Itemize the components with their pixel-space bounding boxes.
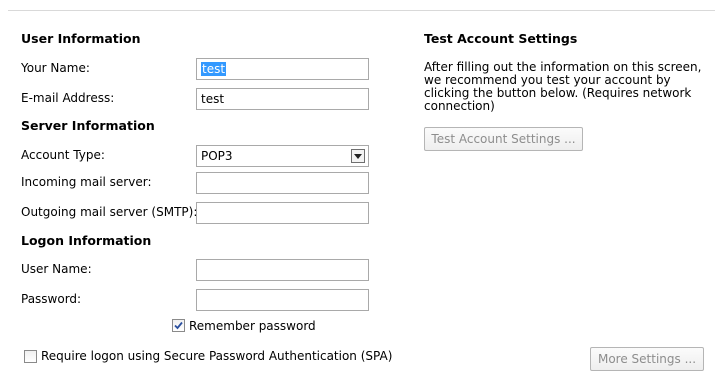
test-account-settings-button[interactable]: Test Account Settings ... [424,127,583,151]
incoming-server-label: Incoming mail server: [21,175,152,189]
test-settings-heading: Test Account Settings [424,31,578,46]
your-name-value: test [201,62,227,76]
chevron-down-icon[interactable] [351,149,365,163]
outgoing-server-field[interactable] [196,202,369,224]
incoming-server-field[interactable] [196,172,369,194]
user-name-label: User Name: [21,262,92,276]
password-field[interactable] [196,289,369,311]
user-name-field[interactable] [196,259,369,281]
test-settings-description: After filling out the information on thi… [424,60,702,113]
your-name-field[interactable]: test [196,58,369,80]
more-settings-button[interactable]: More Settings ... [590,347,704,371]
account-type-select[interactable]: POP3 [196,145,369,167]
outgoing-server-label: Outgoing mail server (SMTP): [21,205,198,219]
spa-label[interactable]: Require logon using Secure Password Auth… [41,349,392,363]
logon-info-heading: Logon Information [21,233,152,248]
remember-password-label[interactable]: Remember password [189,319,316,333]
account-type-label: Account Type: [21,148,105,162]
user-info-heading: User Information [21,31,141,46]
account-type-value: POP3 [201,149,233,163]
top-divider [8,10,715,11]
your-name-label: Your Name: [21,61,90,75]
server-info-heading: Server Information [21,118,155,133]
password-label: Password: [21,292,82,306]
checkmark-icon [174,321,183,330]
remember-password-checkbox[interactable] [172,319,185,332]
email-field[interactable]: test [196,88,369,110]
email-label: E-mail Address: [21,91,115,105]
spa-checkbox[interactable] [24,350,37,363]
email-value: test [201,92,225,106]
